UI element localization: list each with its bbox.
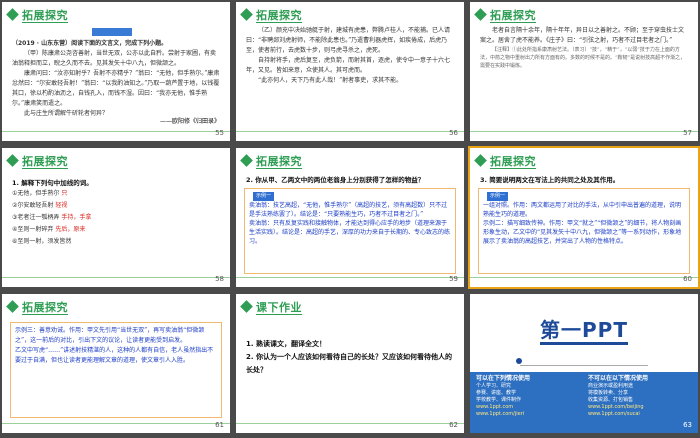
header-label: 拓展探究 — [22, 155, 68, 168]
forbidden-title: 不可以在以下情况使用 — [588, 375, 649, 382]
forbidden-item: 将模板转卖、分享 — [588, 390, 629, 396]
slide-thumbnail-59[interactable]: 拓展探究 2. 你从甲、乙两文中的两位老翁身上分别获得了怎样的物益？ 示例一 卖… — [236, 148, 464, 287]
slide-thumbnail-61[interactable]: 拓展探究 示例三：善意劝诫。作用：甲文先引用“当世无双”，再写卖油翁“但微颔之”… — [2, 294, 230, 433]
usage-info-panel: 可以在下列情况使用 个人学习、研究 参赛、讲座、教学 学校教学、课件制作 www… — [470, 372, 698, 433]
diamond-icon — [6, 154, 19, 167]
forbidden-item: 收集资源、打包销售 — [588, 397, 634, 403]
source-citation: ——欧阳修《归田录》 — [159, 118, 220, 125]
slide-header: 拓展探究 — [6, 153, 128, 169]
answer-text: 示例二：描写细致传神。作用：甲文“就之”“但微颔之”的细节，将人物刻画形象生动，… — [483, 220, 682, 245]
slide-header: 拓展探究 — [240, 153, 362, 169]
slide-header: 拓展探究 — [6, 299, 128, 315]
allowed-title: 可以在下列情况使用 — [476, 375, 531, 382]
header-label: 拓展探究 — [256, 9, 302, 22]
footnote-text: 【注释】①此处所指系康肃射艺法。（表习）“技”，“精于”，“以弱”技于力在上面的… — [480, 47, 686, 69]
header-label: 拓展探究 — [490, 9, 536, 22]
answer-box: 示例三：善意劝诫。作用：甲文先引用“当世无双”，再写卖油翁“但微颔之”，这一前后… — [10, 322, 222, 418]
answer-box: 示例一 一组对照。作用：两文都运用了对比的手法，从中引申出普遍的道理，说明熟能生… — [478, 188, 690, 274]
slide-text: 3. 简要说明两文在写法上的共同之处及其作用。 — [480, 175, 688, 187]
question-item: ②尔安敢轻吾射 轻视 — [12, 202, 68, 209]
answer-text: 一组对照。作用：两文都运用了对比的手法，从中引申出普遍的道理，说明熟能生巧的道理… — [483, 202, 682, 218]
diamond-icon — [240, 154, 253, 167]
slide-header: 课下作业 — [240, 299, 362, 315]
header-label: 拓展探究 — [22, 9, 68, 22]
diamond-icon — [240, 8, 253, 21]
example-badge: 示例一 — [487, 192, 509, 201]
allowed-item: 参赛、讲座、教学 — [476, 390, 517, 396]
text-line: “此亦何人，天下乃有此人哉！”射者事吏，求其不能。 — [258, 77, 403, 84]
text-line: （乙）颜充中决始驰艇于射，建城有虎患，弊腾卢桂人，不能捕。已人请曰：“非聘郯刘虎… — [246, 27, 451, 54]
answer-text: 卖油翁：技艺高超，“无他，惟手熟尔”（高超的技艺，须有高超数）只不过是手法熟练罢… — [249, 202, 448, 218]
slide-thumbnail-63[interactable]: 第一PPT 可以在下列情况使用 个人学习、研究 参赛、讲座、教学 学校教学、课件… — [470, 294, 698, 433]
homework-item: 2. 你认为一个人应该如何看待自己的长处？又应该如何看待他人的长处？ — [246, 353, 452, 374]
question-title: （2019 · 山东东营）阅读下面的文言文，完成下列小题。 — [12, 40, 168, 47]
slide-text: 2. 你从甲、乙两文中的两位老翁身上分别获得了怎样的物益？ — [246, 175, 454, 187]
slide-number: 62 — [449, 421, 458, 429]
text-line: 康肃问曰：“汝亦知射乎？吾射不亦精乎？”翁曰：“无他，但手熟尔。”康肃忿然曰：“… — [12, 70, 220, 107]
answer-text: 示例三：善意劝诫。作用：甲文先引用“当世无双”，再写卖油翁“但微颔之”，这一前后… — [15, 327, 205, 344]
slide-header: 拓展探究 — [474, 153, 596, 169]
resource-link[interactable]: www.1ppt.com/beijing — [588, 404, 692, 411]
slide-thumbnail-62[interactable]: 课下作业 1. 熟读课文，翻译全文！ 2. 你认为一个人应该如何看待自己的长处？… — [236, 294, 464, 433]
example-badge: 示例一 — [253, 192, 275, 201]
answer-text: 卖油翁：只有反复实践和接触物体，才能达到得心应手的地步（道理来源于生活实践）。结… — [249, 220, 451, 245]
slide-text: 1. 解释下列句中加线的词。 ①无他，但手熟尔 只 ②尔安敢轻吾射 轻视 ③老者… — [12, 178, 220, 278]
search-bar[interactable] — [520, 359, 648, 366]
diamond-icon — [240, 300, 253, 313]
header-label: 拓展探究 — [256, 155, 302, 168]
slide-header: 拓展探究 — [6, 7, 128, 23]
slide-number: 60 — [683, 275, 692, 283]
slide-thumbnail-56[interactable]: 拓展探究 （乙）颜充中决始驰艇于射，建城有虎患，弊腾卢桂人，不能捕。已人请曰：“… — [236, 2, 464, 141]
diamond-icon — [6, 8, 19, 21]
question-item: ④至则一射碎弃 先后，原来 — [12, 226, 86, 233]
text-line: （甲）陈康肃公尧咨善射，当世无双，公亦以此自矜。尝射于家圃，有卖油翁释担而立，睨… — [12, 50, 217, 67]
question-item: ⑥至则一射，须发皆然 — [12, 238, 72, 245]
answer-box: 示例一 卖油翁：技艺高超，“无他，惟手熟尔”（高超的技艺，须有高超数）只不过是手… — [244, 188, 456, 274]
question-title: 3. 简要说明两文在写法上的共同之处及其作用。 — [480, 176, 620, 184]
diamond-icon — [6, 300, 19, 313]
resource-link[interactable]: www.1ppt.com — [476, 404, 580, 411]
question-item: ①无他，但手熟尔 只 — [12, 190, 68, 197]
allowed-item: 个人学习、研究 — [476, 383, 512, 389]
slide-text: （2019 · 山东东营）阅读下面的文言文，完成下列小题。 （甲）陈康肃公尧咨善… — [12, 39, 220, 127]
slide-number: 56 — [449, 129, 458, 137]
slide-number: 63 — [683, 421, 692, 429]
forbidden-item: 商业演示或盈利用途 — [588, 383, 634, 389]
slide-text: 老者自言隔十余年，隔十年年，异日以之善射之。不顾；至于穿虫技士文案之。居舍了虎不… — [480, 26, 688, 96]
slide-header: 拓展探究 — [474, 7, 596, 23]
header-label: 课下作业 — [256, 301, 302, 314]
resource-link[interactable]: www.1ppt.com/sucai — [588, 411, 692, 418]
slide-text: 1. 熟读课文，翻译全文！ 2. 你认为一个人应该如何看待自己的长处？又应该如何… — [246, 338, 454, 398]
slide-thumbnail-60[interactable]: 拓展探究 3. 简要说明两文在写法上的共同之处及其作用。 示例一 一组对照。作用… — [468, 146, 700, 289]
diamond-icon — [474, 8, 487, 21]
answer-text: 乙文中写虎“……”讲述射技精湛的人，这种的人都有自信，老人虽然指出不要过于自满，… — [15, 347, 214, 364]
homework-item: 1. 熟读课文，翻译全文！ — [246, 340, 326, 348]
question-item: ③老者注一瓠柄弄 手持，手拿 — [12, 214, 92, 221]
slide-text: （乙）颜充中决始驰艇于射，建城有虎患，弊腾卢桂人，不能捕。已人请曰：“非聘郯刘虎… — [246, 26, 454, 126]
question-title: 1. 解释下列句中加线的词。 — [12, 179, 93, 187]
diamond-icon — [474, 154, 487, 167]
brand-logo: 第一PPT — [528, 314, 640, 350]
slide-thumbnail-55[interactable]: 拓展探究 （2019 · 山东东营）阅读下面的文言文，完成下列小题。 （甲）陈康… — [2, 2, 230, 141]
slide-thumbnail-58[interactable]: 拓展探究 1. 解释下列句中加线的词。 ①无他，但手熟尔 只 ②尔安敢轻吾射 轻… — [2, 148, 230, 287]
resource-link[interactable]: www.1ppt.com/jieri — [476, 411, 580, 418]
slide-thumbnail-57[interactable]: 拓展探究 老者自言隔十余年，隔十年年，异日以之善射之。不顾；至于穿虫技士文案之。… — [470, 2, 698, 141]
slide-number: 59 — [449, 275, 458, 283]
header-label: 拓展探究 — [22, 301, 68, 314]
slide-number: 61 — [215, 421, 224, 429]
slide-number: 55 — [215, 129, 224, 137]
text-line: 自持射将手，虎后复至，虎负箭，而射其首，逐虎，使令中一意子十六七年，又见。皆如来… — [246, 57, 451, 74]
header-label: 拓展探究 — [490, 155, 536, 168]
slide-header: 拓展探究 — [240, 7, 362, 23]
tag-badge — [92, 28, 132, 36]
question-title: 2. 你从甲、乙两文中的两位老翁身上分别获得了怎样的物益？ — [246, 176, 425, 184]
text-line: 老者自言隔十余年，隔十年年，异日以之善射之。不顾；至于穿虫技士文案之。居舍了虎不… — [480, 27, 685, 44]
allowed-item: 学校教学、课件制作 — [476, 397, 522, 403]
slide-number: 57 — [683, 129, 692, 137]
slide-number: 58 — [215, 275, 224, 283]
